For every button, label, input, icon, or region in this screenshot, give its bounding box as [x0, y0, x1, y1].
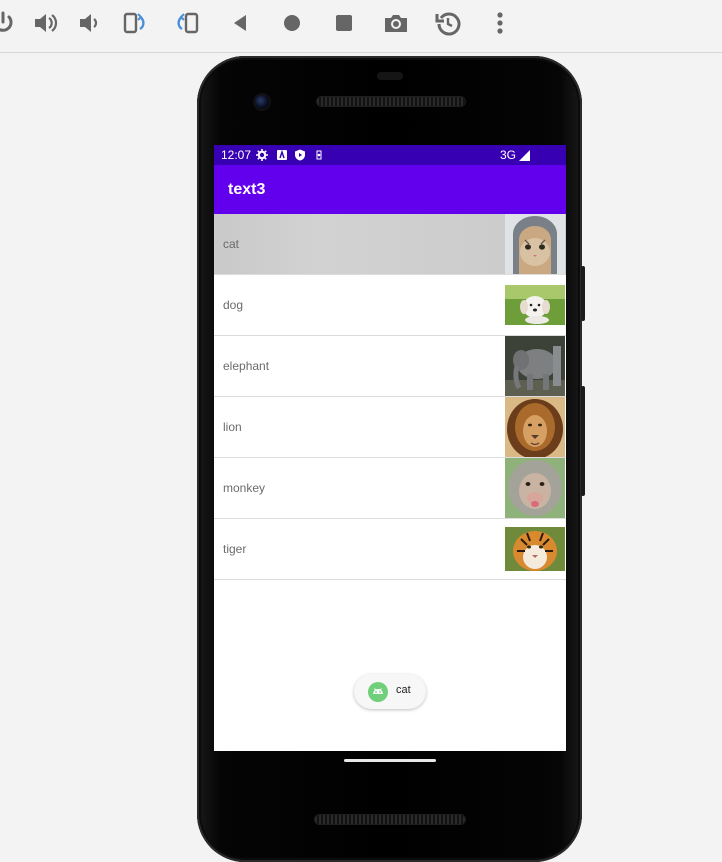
- list-item[interactable]: monkey: [214, 458, 566, 519]
- volume-down-icon[interactable]: [74, 8, 104, 38]
- phone-volume-button: [581, 386, 585, 496]
- list-item-label: tiger: [223, 542, 247, 556]
- lion-image: [505, 397, 565, 457]
- status-time: 12:07: [221, 148, 252, 162]
- proximity-sensor: [377, 72, 403, 80]
- list-item-label: dog: [223, 298, 244, 312]
- more-icon[interactable]: [485, 8, 515, 38]
- elephant-image: [505, 336, 565, 396]
- list-item[interactable]: cat: [214, 214, 566, 275]
- gesture-nav-handle[interactable]: [344, 759, 436, 762]
- power-icon[interactable]: [0, 8, 18, 38]
- toast-message: cat: [354, 674, 426, 709]
- network-type: 3G: [500, 148, 517, 162]
- phone-power-button: [581, 266, 585, 321]
- dog-image: [505, 285, 565, 325]
- rotate-left-icon[interactable]: [120, 8, 150, 38]
- android-icon: [368, 682, 388, 702]
- front-camera: [255, 95, 269, 109]
- sim-icon: [316, 150, 322, 160]
- screenshot-icon[interactable]: [381, 8, 411, 38]
- home-icon[interactable]: [277, 8, 307, 38]
- device-screen: 12:07 3G text3 cat dog elephant lion mon…: [214, 145, 566, 751]
- list-item[interactable]: lion: [214, 397, 566, 458]
- emulator-toolbar: [0, 0, 722, 53]
- list-item[interactable]: dog: [214, 275, 566, 336]
- volume-up-icon[interactable]: [30, 8, 60, 38]
- rotate-right-icon[interactable]: [172, 8, 202, 38]
- list-item-label: cat: [223, 237, 240, 251]
- cat-image: [505, 214, 565, 274]
- list-item[interactable]: elephant: [214, 336, 566, 397]
- list-item-label: lion: [223, 420, 242, 434]
- earpiece-speaker: [317, 97, 465, 106]
- animal-list[interactable]: cat dog elephant lion monkey tiger: [214, 214, 566, 580]
- rewind-icon[interactable]: [433, 8, 463, 38]
- list-item-label: monkey: [223, 481, 266, 495]
- status-bar: 12:07 3G: [214, 145, 566, 165]
- signal-icon: [519, 150, 530, 161]
- list-item-label: elephant: [223, 359, 270, 373]
- tiger-image: [505, 527, 565, 571]
- list-item[interactable]: tiger: [214, 519, 566, 580]
- accessibility-icon: [277, 149, 287, 160]
- monkey-image: [505, 458, 565, 518]
- shield-icon: [295, 149, 305, 161]
- app-bar: text3: [214, 165, 566, 214]
- overview-icon[interactable]: [329, 8, 359, 38]
- bottom-speaker: [315, 815, 465, 824]
- settings-icon: [256, 149, 268, 161]
- back-icon[interactable]: [225, 8, 255, 38]
- toast-text: cat: [396, 684, 411, 696]
- app-title: text3: [228, 181, 266, 198]
